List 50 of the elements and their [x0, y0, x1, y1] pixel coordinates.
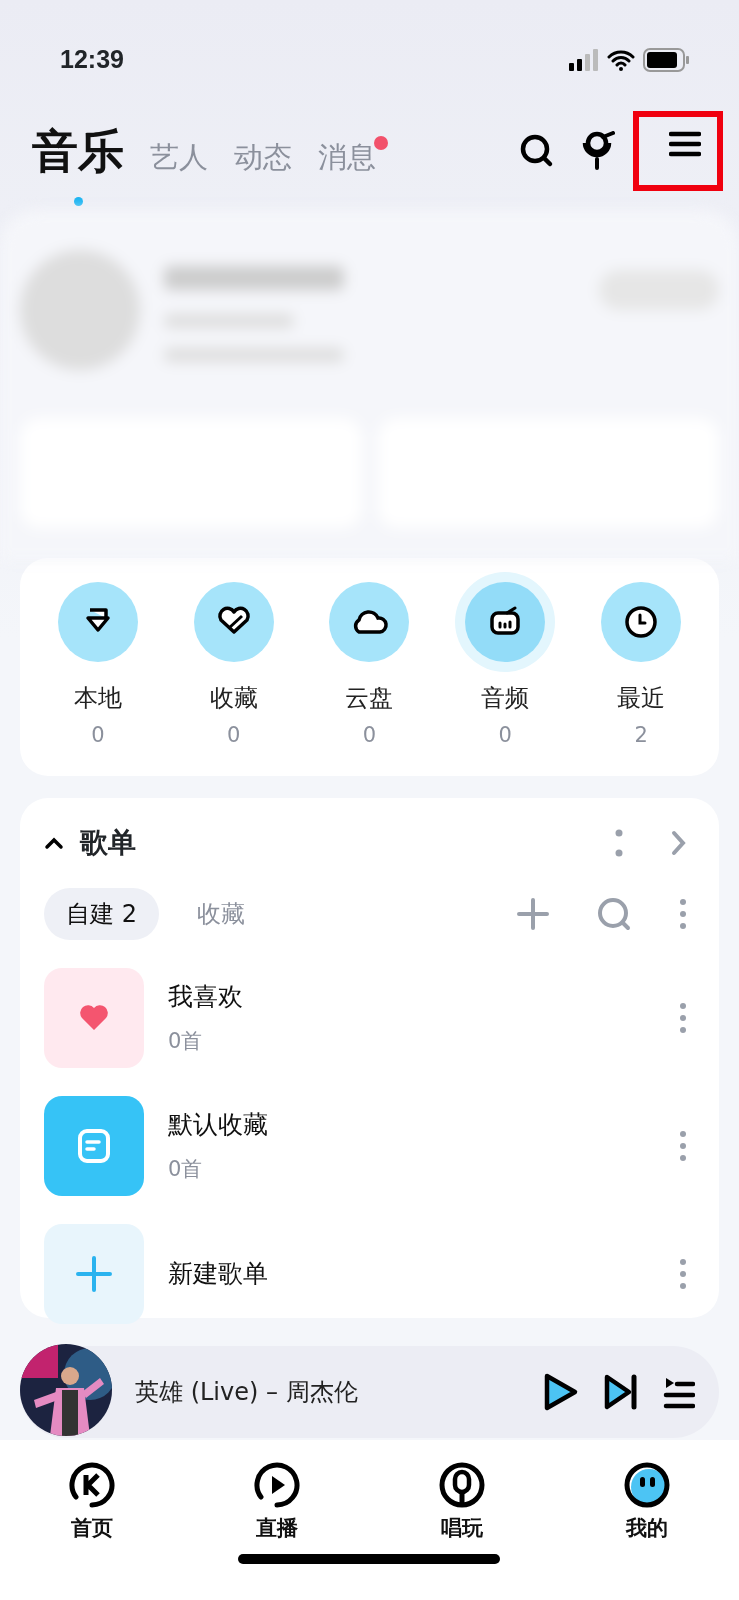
shortcut-label: 音频 — [481, 683, 530, 714]
menu-icon — [669, 131, 701, 157]
section-title: 歌单 — [80, 824, 137, 861]
shortcut-label: 最近 — [617, 683, 666, 714]
playlist-row[interactable]: 我喜欢 0首 — [44, 967, 695, 1068]
more-icon[interactable] — [679, 1129, 687, 1162]
playlist-title: 我喜欢 — [168, 981, 244, 1013]
tab-bar-item[interactable]: 唱玩 — [431, 1460, 492, 1600]
shortcut-count: 0 — [498, 722, 512, 749]
mini-player[interactable]: 英雄 (Live) – 周杰伦 — [20, 1346, 719, 1438]
tab-bar-item[interactable]: 直播 — [247, 1460, 308, 1600]
more-icon[interactable] — [615, 828, 623, 857]
plus-icon[interactable] — [517, 897, 549, 930]
tab-bar-item[interactable]: 我的 — [616, 1460, 677, 1600]
shortcut-count: 0 — [91, 722, 105, 749]
shortcut-label: 收藏 — [209, 683, 258, 714]
tab-bar-item[interactable]: 首页 — [62, 1460, 123, 1600]
shortcut-count: 0 — [362, 722, 377, 749]
signal-icon — [569, 49, 599, 71]
more-icon[interactable] — [679, 897, 687, 930]
collapse-button[interactable] — [44, 835, 64, 850]
wifi-icon — [607, 49, 635, 71]
playlist-title: 新建歌单 — [168, 1257, 269, 1290]
playlist-icon[interactable] — [663, 1375, 695, 1409]
skip-next-icon[interactable] — [603, 1373, 639, 1411]
shortcut-count: 0 — [227, 722, 241, 749]
track-title: 英雄 (Live) – 周杰伦 — [135, 1377, 359, 1408]
chevron-right-icon[interactable] — [671, 829, 687, 856]
playlist-row[interactable]: 默认收藏 0首 — [44, 1095, 695, 1196]
more-icon[interactable] — [679, 1001, 687, 1034]
shortcut-label: 云盘 — [345, 683, 394, 714]
more-icon[interactable] — [679, 1257, 687, 1290]
face-icon — [622, 1461, 671, 1509]
active-tab-dot — [74, 196, 83, 206]
plus-icon — [74, 1253, 114, 1294]
play-circle-icon — [253, 1461, 302, 1509]
battery-icon — [643, 48, 689, 72]
shortcut-count: 2 — [634, 722, 648, 749]
playlist-tab[interactable]: 自建 2 — [44, 887, 159, 940]
track-count: 0首 — [168, 1027, 204, 1055]
playlist-title: 默认收藏 — [168, 1109, 269, 1141]
shortcut-label: 本地 — [73, 683, 122, 714]
search-icon[interactable] — [519, 133, 555, 169]
playlist-row[interactable]: 新建歌单 — [44, 1223, 695, 1324]
nav-tab[interactable]: 音乐 — [32, 116, 124, 186]
clock-time: 12:39 — [60, 44, 124, 76]
caret-icon — [44, 835, 64, 850]
track-count: 0首 — [168, 1155, 204, 1183]
k-icon — [68, 1461, 117, 1509]
microphone-icon — [437, 1461, 486, 1509]
